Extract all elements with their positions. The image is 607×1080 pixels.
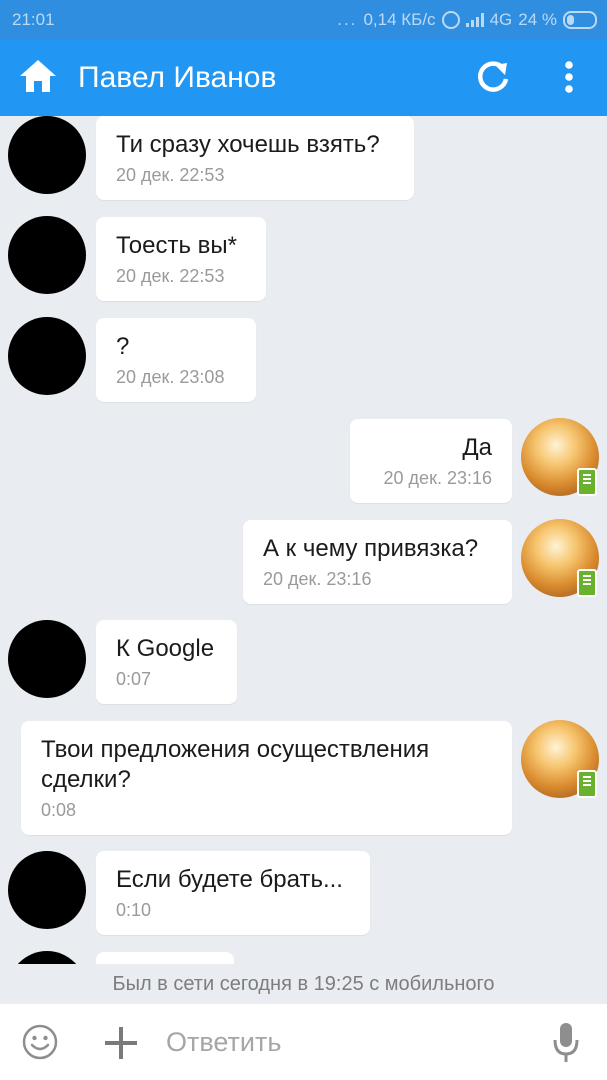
contact-avatar[interactable]	[8, 116, 86, 194]
message-bubble-outgoing[interactable]: А к чему привязка? 20 дек. 23:16	[243, 520, 512, 604]
message-text-line-1: Твои предложения осуществления	[41, 736, 430, 763]
message-time: 0:07	[116, 669, 152, 689]
message-time: 0:10	[116, 900, 152, 920]
message-text: Ти сразу хочешь взять?	[116, 131, 380, 158]
message-bubble-incoming[interactable]: ? 20 дек. 23:08	[96, 318, 256, 402]
status-net-speed: 0,14 КБ/с	[363, 10, 436, 29]
message-text: К Google	[116, 635, 215, 662]
message-time: 20 дек. 23:16	[263, 569, 372, 589]
status-bar: 21:01 ... 0,14 КБ/с 4G 24 %	[0, 0, 607, 40]
status-network: 4G	[489, 10, 513, 29]
status-battery-text: 24 %	[518, 10, 557, 29]
message-text: А к чему привязка?	[263, 535, 479, 562]
contact-avatar[interactable]	[8, 317, 86, 395]
reply-input[interactable]	[166, 1022, 536, 1062]
message-bubble-outgoing[interactable]: Да 20 дек. 23:16	[350, 419, 512, 503]
contact-avatar[interactable]	[8, 951, 86, 964]
alarm-icon	[441, 11, 460, 29]
message-bubble-outgoing[interactable]: Твои предложения осуществления сделки? 0…	[21, 721, 512, 835]
message-time: 20 дек. 23:08	[116, 367, 225, 387]
attach-plus-icon[interactable]	[104, 1026, 138, 1060]
user-avatar[interactable]	[521, 519, 599, 597]
message-time: 20 дек. 22:53	[116, 165, 225, 185]
user-avatar[interactable]	[521, 720, 599, 798]
microphone-icon[interactable]	[553, 1022, 579, 1064]
message-feed[interactable]: Ти сразу хочешь взять? 20 дек. 22:53 Тое…	[0, 116, 607, 964]
message-bubble-incoming[interactable]	[96, 952, 234, 964]
mobile-badge-icon	[577, 468, 597, 496]
message-text-line-2: сделки?	[41, 766, 131, 793]
mobile-badge-icon	[577, 770, 597, 798]
signal-icon	[465, 13, 484, 27]
message-text: ?	[116, 333, 130, 360]
status-time: 21:01	[12, 10, 55, 29]
more-vert-icon[interactable]	[552, 58, 586, 96]
message-text: Тоесть вы*	[116, 232, 237, 259]
contact-avatar[interactable]	[8, 851, 86, 929]
status-dots: ...	[337, 10, 358, 29]
battery-icon	[563, 11, 597, 29]
message-time: 0:08	[41, 800, 77, 820]
mobile-badge-icon	[577, 569, 597, 597]
composer-bar	[0, 1004, 607, 1080]
app-bar: Павел Иванов	[0, 40, 607, 116]
refresh-icon[interactable]	[474, 58, 512, 96]
last-seen-status: Был в сети сегодня в 19:25 с мобильного	[112, 973, 495, 995]
message-text: Да	[462, 434, 492, 461]
page-title: Павел Иванов	[78, 61, 277, 94]
message-bubble-incoming[interactable]: Если будете брать... 0:10	[96, 851, 370, 935]
message-bubble-incoming[interactable]: Ти сразу хочешь взять? 20 дек. 22:53	[96, 116, 414, 200]
contact-avatar[interactable]	[8, 620, 86, 698]
message-bubble-incoming[interactable]: Тоесть вы* 20 дек. 22:53	[96, 217, 266, 301]
message-time: 20 дек. 23:16	[383, 468, 492, 488]
message-bubble-incoming[interactable]: К Google 0:07	[96, 620, 237, 704]
contact-avatar[interactable]	[8, 216, 86, 294]
message-time: 20 дек. 22:53	[116, 266, 225, 286]
emoji-icon[interactable]	[22, 1024, 58, 1060]
message-text: Если будете брать...	[116, 866, 343, 893]
user-avatar[interactable]	[521, 418, 599, 496]
home-icon[interactable]	[18, 56, 58, 96]
